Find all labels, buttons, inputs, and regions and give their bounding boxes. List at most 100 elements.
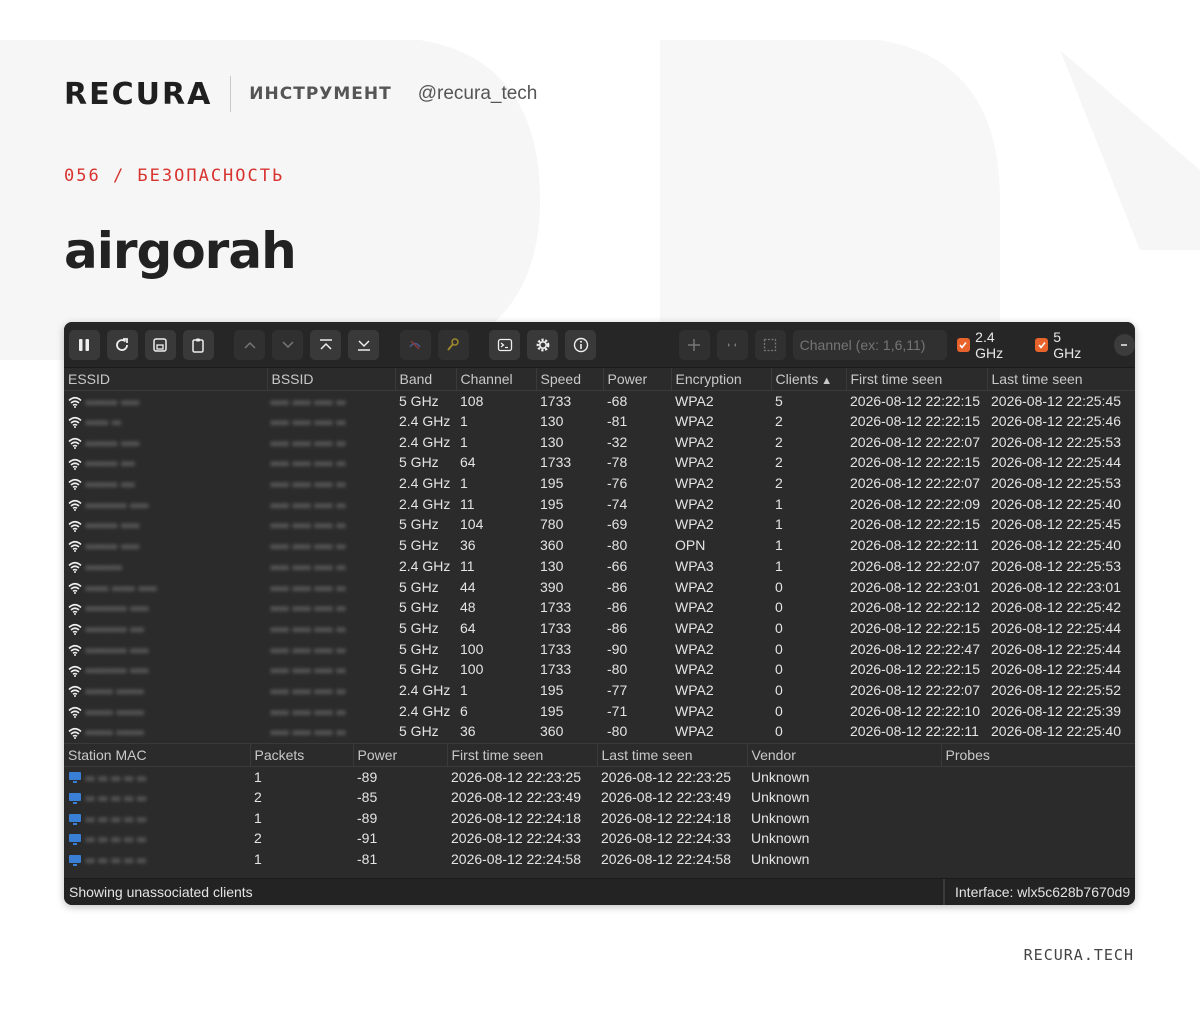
network-power: -74 — [607, 495, 628, 512]
minimize-button[interactable] — [1113, 333, 1135, 356]
network-bssid: ▪▪▪▪ ▪▪▪▪ ▪▪▪▪ ▪▪ — [267, 411, 395, 432]
network-clients: 1 — [775, 495, 783, 512]
monitor-icon — [69, 813, 81, 825]
network-row[interactable]: ▪▪▪▪▪▪▪ ▪▪▪▪ ▪▪▪▪ ▪▪▪▪ ▪▪▪▪ ▪▪ 5 GHz 36 360 -… — [64, 535, 1135, 556]
station-row[interactable]: ▪▪ ▪▪ ▪▪ ▪▪ ▪▪ 1 -89 2026-08-12 22:23:25 202… — [64, 766, 1135, 787]
jump-bottom-button[interactable] — [348, 329, 380, 360]
header-handle: @recura_tech — [417, 83, 538, 104]
about-button[interactable] — [565, 329, 597, 360]
network-bssid: ▪▪▪▪ ▪▪▪▪ ▪▪▪▪ ▪▪ — [267, 700, 395, 721]
network-row[interactable]: ▪▪▪▪▪▪ ▪▪▪▪▪▪ ▪▪▪▪ ▪▪▪▪ ▪▪▪▪ ▪▪ 2.4 GHz 1 19… — [64, 680, 1135, 701]
network-clients: 0 — [775, 661, 783, 678]
col-clients[interactable]: Clients ▲ — [771, 368, 847, 391]
monitor-icon — [69, 854, 81, 866]
network-row[interactable]: ▪▪▪▪▪▪ ▪▪▪▪▪▪ ▪▪▪▪ ▪▪▪▪ ▪▪▪▪ ▪▪ 5 GHz 36 360… — [64, 721, 1135, 742]
network-encryption: WPA2 — [675, 475, 714, 492]
network-row[interactable]: ▪▪▪▪▪▪ ▪▪▪▪▪▪ ▪▪▪▪ ▪▪▪▪ ▪▪▪▪ ▪▪ 2.4 GHz 6 19… — [64, 700, 1135, 721]
clipboard-button[interactable] — [182, 329, 214, 360]
deauth-button[interactable] — [399, 329, 431, 360]
col-channel[interactable]: Channel — [456, 368, 537, 391]
station-mac: ▪▪ ▪▪ ▪▪ ▪▪ ▪▪ — [64, 828, 250, 849]
settings-button[interactable] — [527, 329, 559, 360]
col-power[interactable]: Power — [603, 368, 672, 391]
network-speed: 195 — [540, 495, 564, 512]
bssid-value: ▪▪▪▪ ▪▪▪▪ ▪▪▪▪ ▪▪ — [271, 707, 346, 719]
col-station-last-seen[interactable]: Last time seen — [597, 744, 748, 767]
col-station-first-seen[interactable]: First time seen — [447, 744, 598, 767]
decrypt-button[interactable] — [437, 329, 469, 360]
station-last-seen: 2026-08-12 22:23:49 — [601, 789, 731, 806]
network-row[interactable]: ▪▪▪▪▪▪▪ ▪▪▪▪ ▪▪▪▪ ▪▪▪▪ ▪▪▪▪ ▪▪ 2.4 GHz 1 130… — [64, 431, 1135, 452]
col-essid[interactable]: ESSID — [64, 368, 268, 391]
move-down-button[interactable] — [272, 329, 304, 360]
bssid-value: ▪▪▪▪ ▪▪▪▪ ▪▪▪▪ ▪▪ — [271, 521, 346, 533]
col-station-power[interactable]: Power — [353, 744, 448, 767]
network-first-seen: 2026-08-12 22:22:11 — [850, 723, 979, 740]
network-encryption: WPA2 — [675, 723, 714, 740]
col-band[interactable]: Band — [395, 368, 457, 391]
terminal-button[interactable] — [489, 329, 521, 360]
bssid-value: ▪▪▪▪ ▪▪▪▪ ▪▪▪▪ ▪▪ — [271, 438, 346, 450]
col-first-seen[interactable]: First time seen — [846, 368, 988, 391]
network-clients: 0 — [775, 599, 783, 616]
channel-input[interactable] — [792, 329, 947, 360]
col-speed[interactable]: Speed — [536, 368, 604, 391]
network-essid: ▪▪▪▪▪▪ ▪▪▪▪▪▪ — [64, 680, 267, 701]
col-probes[interactable]: Probes — [941, 744, 1135, 767]
network-row[interactable]: ▪▪▪▪▪ ▪▪ ▪▪▪▪ ▪▪▪▪ ▪▪▪▪ ▪▪ 2.4 GHz 1 130 -81 W… — [64, 411, 1135, 432]
network-essid: ▪▪▪▪▪▪ ▪▪▪▪▪▪ — [64, 721, 267, 742]
network-row[interactable]: ▪▪▪▪▪▪▪ ▪▪▪ ▪▪▪▪ ▪▪▪▪ ▪▪▪▪ ▪▪ 5 GHz 64 1733 -… — [64, 452, 1135, 473]
select-button[interactable] — [754, 329, 786, 360]
network-clients: 0 — [775, 723, 783, 740]
network-essid: ▪▪▪▪▪▪▪ ▪▪▪▪ — [64, 535, 267, 556]
status-message: Showing unassociated clients — [69, 884, 253, 900]
network-band: 5 GHz — [399, 516, 439, 533]
col-vendor[interactable]: Vendor — [747, 744, 942, 767]
pause-button[interactable] — [69, 329, 100, 360]
network-essid: ▪▪▪▪▪▪▪▪ — [64, 556, 267, 577]
station-row[interactable]: ▪▪ ▪▪ ▪▪ ▪▪ ▪▪ 2 -85 2026-08-12 22:23:49 202… — [64, 787, 1135, 808]
col-bssid[interactable]: BSSID — [267, 368, 396, 391]
network-clients: 0 — [775, 640, 783, 657]
add-button[interactable] — [678, 329, 710, 360]
wifi-icon — [68, 582, 82, 594]
network-encryption: WPA2 — [675, 702, 714, 719]
essid-value: ▪▪▪▪▪ ▪▪▪▪▪ ▪▪▪▪ — [86, 583, 158, 595]
network-encryption: WPA2 — [675, 433, 714, 450]
refresh-button[interactable] — [106, 329, 138, 360]
network-row[interactable]: ▪▪▪▪▪▪▪▪ ▪▪▪▪ ▪▪▪▪ ▪▪▪▪ ▪▪ 2.4 GHz 11 130 -66… — [64, 556, 1135, 577]
network-row[interactable]: ▪▪▪▪▪▪▪ ▪▪▪ ▪▪▪▪ ▪▪▪▪ ▪▪▪▪ ▪▪ 2.4 GHz 1 195 -… — [64, 473, 1135, 494]
jump-top-button[interactable] — [310, 329, 342, 360]
network-clients: 0 — [775, 681, 783, 698]
move-up-button[interactable] — [234, 329, 266, 360]
col-encryption[interactable]: Encryption — [671, 368, 772, 391]
network-row[interactable]: ▪▪▪▪▪▪▪ ▪▪▪▪ ▪▪▪▪ ▪▪▪▪ ▪▪▪▪ ▪▪ 5 GHz 108 173… — [64, 390, 1135, 411]
arrows-button[interactable] — [716, 329, 748, 360]
network-band: 5 GHz — [399, 599, 439, 616]
station-row[interactable]: ▪▪ ▪▪ ▪▪ ▪▪ ▪▪ 1 -81 2026-08-12 22:24:58 202… — [64, 849, 1135, 870]
essid-value: ▪▪▪▪▪▪▪▪▪ ▪▪▪▪ — [86, 645, 149, 657]
network-row[interactable]: ▪▪▪▪▪▪▪▪▪ ▪▪▪ ▪▪▪▪ ▪▪▪▪ ▪▪▪▪ ▪▪ 5 GHz 64 173… — [64, 618, 1135, 639]
mac-value: ▪▪ ▪▪ ▪▪ ▪▪ ▪▪ — [86, 856, 147, 868]
network-row[interactable]: ▪▪▪▪▪▪▪▪▪ ▪▪▪▪ ▪▪▪▪ ▪▪▪▪ ▪▪▪▪ ▪▪ 5 GHz 48 17… — [64, 597, 1135, 618]
refresh-icon — [116, 337, 129, 351]
save-button[interactable] — [144, 329, 176, 360]
col-packets[interactable]: Packets — [250, 744, 354, 767]
station-row[interactable]: ▪▪ ▪▪ ▪▪ ▪▪ ▪▪ 2 -91 2026-08-12 22:24:33 202… — [64, 828, 1135, 849]
network-row[interactable]: ▪▪▪▪▪ ▪▪▪▪▪ ▪▪▪▪ ▪▪▪▪ ▪▪▪▪ ▪▪▪▪ ▪▪ 5 GHz 44… — [64, 576, 1135, 597]
network-last-seen: 2026-08-12 22:25:45 — [991, 516, 1121, 533]
station-row[interactable]: ▪▪ ▪▪ ▪▪ ▪▪ ▪▪ 1 -89 2026-08-12 22:24:18 202… — [64, 807, 1135, 828]
network-row[interactable]: ▪▪▪▪▪▪▪▪▪ ▪▪▪▪ ▪▪▪▪ ▪▪▪▪ ▪▪▪▪ ▪▪ 2.4 GHz 11… — [64, 493, 1135, 514]
band-5-checkbox[interactable]: 5 GHz — [1034, 329, 1092, 361]
station-probes — [941, 787, 1135, 808]
col-station-mac[interactable]: Station MAC — [64, 744, 251, 767]
network-bssid: ▪▪▪▪ ▪▪▪▪ ▪▪▪▪ ▪▪ — [267, 618, 395, 639]
network-row[interactable]: ▪▪▪▪▪▪▪▪▪ ▪▪▪▪ ▪▪▪▪ ▪▪▪▪ ▪▪▪▪ ▪▪ 5 GHz 100 1… — [64, 659, 1135, 680]
brand-header: RECURA ИНСТРУМЕНТ @recura_tech — [64, 74, 537, 114]
network-row[interactable]: ▪▪▪▪▪▪▪▪▪ ▪▪▪▪ ▪▪▪▪ ▪▪▪▪ ▪▪▪▪ ▪▪ 5 GHz 100 1… — [64, 638, 1135, 659]
band-24-checkbox[interactable]: 2.4 GHz — [956, 329, 1025, 361]
network-essid: ▪▪▪▪▪▪▪ ▪▪▪ — [64, 473, 267, 494]
network-channel: 44 — [460, 578, 476, 595]
col-last-seen[interactable]: Last time seen — [987, 368, 1135, 391]
network-row[interactable]: ▪▪▪▪▪▪▪ ▪▪▪▪ ▪▪▪▪ ▪▪▪▪ ▪▪▪▪ ▪▪ 5 GHz 104 780… — [64, 514, 1135, 535]
